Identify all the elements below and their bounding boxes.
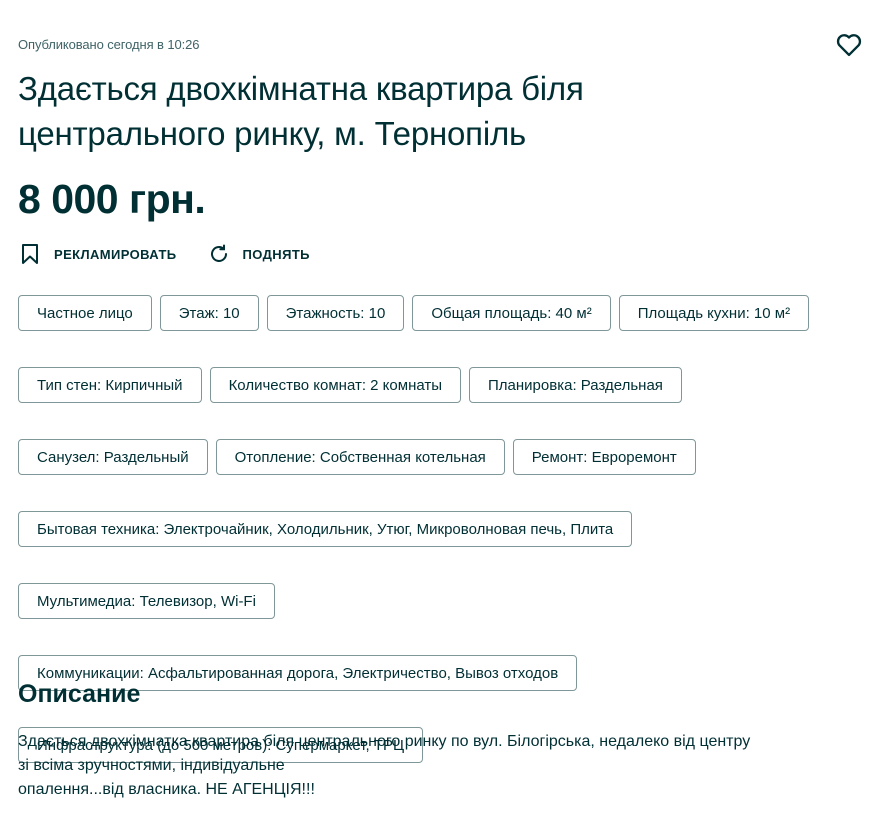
tag-appliances[interactable]: Бытовая техника: Электрочайник, Холодиль…	[18, 511, 633, 547]
tag-owner-type[interactable]: Частное лицо	[18, 295, 152, 331]
parameters-list: Частное лицо Этаж: 10 Этажность: 10 Обща…	[18, 295, 868, 763]
favorite-button[interactable]	[835, 31, 863, 59]
heart-icon	[835, 31, 863, 59]
promote-label: РЕКЛАМИРОВАТЬ	[54, 246, 177, 262]
tag-kitchen-area[interactable]: Площадь кухни: 10 м²	[618, 295, 810, 331]
tag-floor[interactable]: Этаж: 10	[159, 295, 259, 331]
description-line: Здається двохкімнатка квартира біля цент…	[18, 733, 751, 750]
description-line: опалення...від власника. НЕ АГЕНЦІЯ!!!	[18, 781, 315, 798]
listing-actions: РЕКЛАМИРОВАТЬ ПОДНЯТЬ	[18, 241, 340, 267]
tag-floors-total[interactable]: Этажность: 10	[266, 295, 405, 331]
tag-rooms[interactable]: Количество комнат: 2 комнаты	[209, 367, 462, 403]
raise-label: ПОДНЯТЬ	[242, 246, 310, 262]
description-line: зі всіма зручностями, індивідуальне	[18, 757, 285, 774]
description-heading: Описание	[18, 680, 141, 708]
listing-title: Здається двохкімнатна квартира біля цент…	[18, 70, 584, 152]
raise-button[interactable]: ПОДНЯТЬ	[207, 242, 310, 266]
tag-renovation[interactable]: Ремонт: Евроремонт	[512, 439, 696, 475]
tag-layout[interactable]: Планировка: Раздельная	[469, 367, 682, 403]
tag-bathroom[interactable]: Санузел: Раздельный	[18, 439, 208, 475]
tag-heating[interactable]: Отопление: Собственная котельная	[215, 439, 505, 475]
listing-price: 8 000 грн.	[18, 176, 206, 222]
refresh-icon	[207, 242, 231, 266]
tag-total-area[interactable]: Общая площадь: 40 м²	[412, 295, 611, 331]
tag-wall-type[interactable]: Тип стен: Кирпичный	[18, 367, 202, 403]
description-text: Здається двохкімнатка квартира біля цент…	[18, 730, 868, 802]
published-date: Опубликовано сегодня в 10:26	[18, 37, 200, 52]
tag-multimedia[interactable]: Мультимедиа: Телевизор, Wi-Fi	[18, 583, 275, 619]
promote-button[interactable]: РЕКЛАМИРОВАТЬ	[18, 242, 177, 266]
bookmark-icon	[18, 242, 42, 266]
